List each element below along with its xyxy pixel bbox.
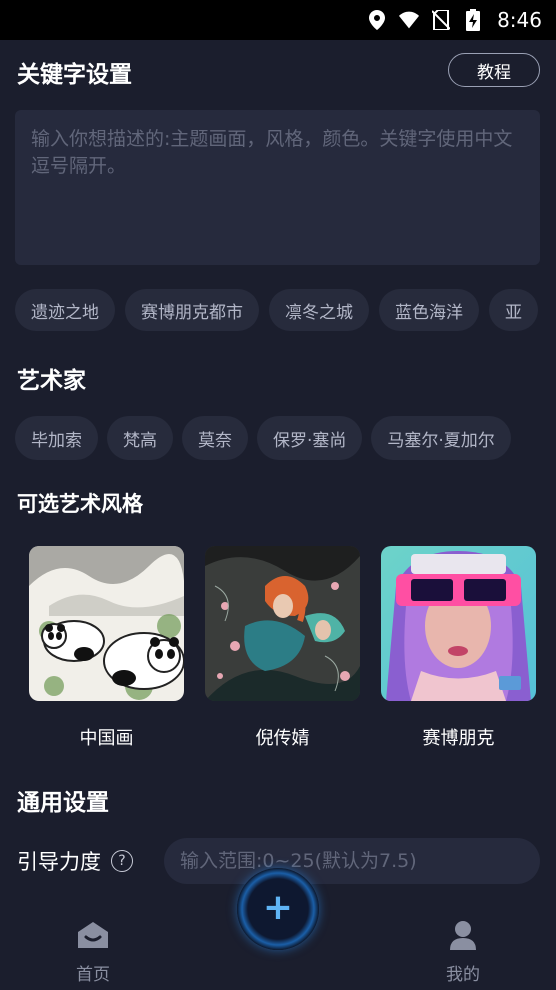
tutorial-button[interactable]: 教程 [448, 53, 540, 87]
artist-chip[interactable]: 马塞尔·夏加尔 [371, 416, 511, 460]
user-icon [448, 920, 478, 954]
illustrated-figures-painting-image [205, 546, 360, 701]
artists-title: 艺术家 [17, 368, 86, 394]
nav-home[interactable]: 首页 [53, 920, 133, 985]
keyword-chip[interactable]: 亚 [489, 289, 538, 331]
cyberpunk-portrait-image [381, 546, 536, 701]
artist-chip[interactable]: 莫奈 [182, 416, 248, 460]
style-card-chinese-painting[interactable]: 中国画 [29, 546, 184, 750]
home-icon [76, 920, 110, 954]
status-time: 8:46 [497, 8, 542, 32]
guide-label: 引导力度 [17, 850, 101, 874]
keyword-chip[interactable]: 凛冬之城 [269, 289, 369, 331]
nav-home-label: 首页 [76, 965, 110, 985]
styles-title: 可选艺术风格 [17, 492, 143, 516]
style-list: 中国画 倪传婧 赛博朋克 [29, 546, 536, 750]
location-icon [367, 10, 387, 30]
guide-row: 引导力度 ? [17, 838, 133, 884]
style-label: 赛博朋克 [422, 728, 495, 749]
wifi-icon [399, 10, 420, 30]
artist-chip[interactable]: 梵高 [107, 416, 173, 460]
keywords-title: 关键字设置 [17, 62, 132, 88]
artist-chip[interactable]: 保罗·塞尚 [257, 416, 363, 460]
keyword-chip[interactable]: 蓝色海洋 [379, 289, 479, 331]
style-label: 倪传婧 [255, 728, 310, 749]
prompt-input[interactable] [31, 126, 524, 249]
guide-strength-input[interactable] [164, 838, 540, 884]
keyword-chip[interactable]: 遗迹之地 [15, 289, 115, 331]
prompt-box [15, 110, 540, 265]
style-card-cyberpunk[interactable]: 赛博朋克 [381, 546, 536, 750]
no-sim-icon [431, 10, 451, 30]
nav-profile[interactable]: 我的 [423, 920, 503, 985]
style-label: 中国画 [79, 728, 134, 749]
plus-icon: + [262, 886, 294, 928]
status-bar: 8:46 [0, 0, 556, 40]
general-title: 通用设置 [17, 790, 109, 816]
create-button[interactable]: + [237, 868, 319, 950]
help-icon[interactable]: ? [111, 850, 133, 872]
panda-ink-painting-image [29, 546, 184, 701]
keyword-chips: 遗迹之地 赛博朋克都市 凛冬之城 蓝色海洋 亚 [15, 289, 538, 331]
battery-charging-icon [463, 9, 483, 31]
artist-chips: 毕加索 梵高 莫奈 保罗·塞尚 马塞尔·夏加尔 [15, 416, 511, 460]
artist-chip[interactable]: 毕加索 [15, 416, 98, 460]
keyword-chip[interactable]: 赛博朋克都市 [125, 289, 259, 331]
nav-profile-label: 我的 [446, 965, 480, 985]
style-card-ni-chuanjing[interactable]: 倪传婧 [205, 546, 360, 750]
